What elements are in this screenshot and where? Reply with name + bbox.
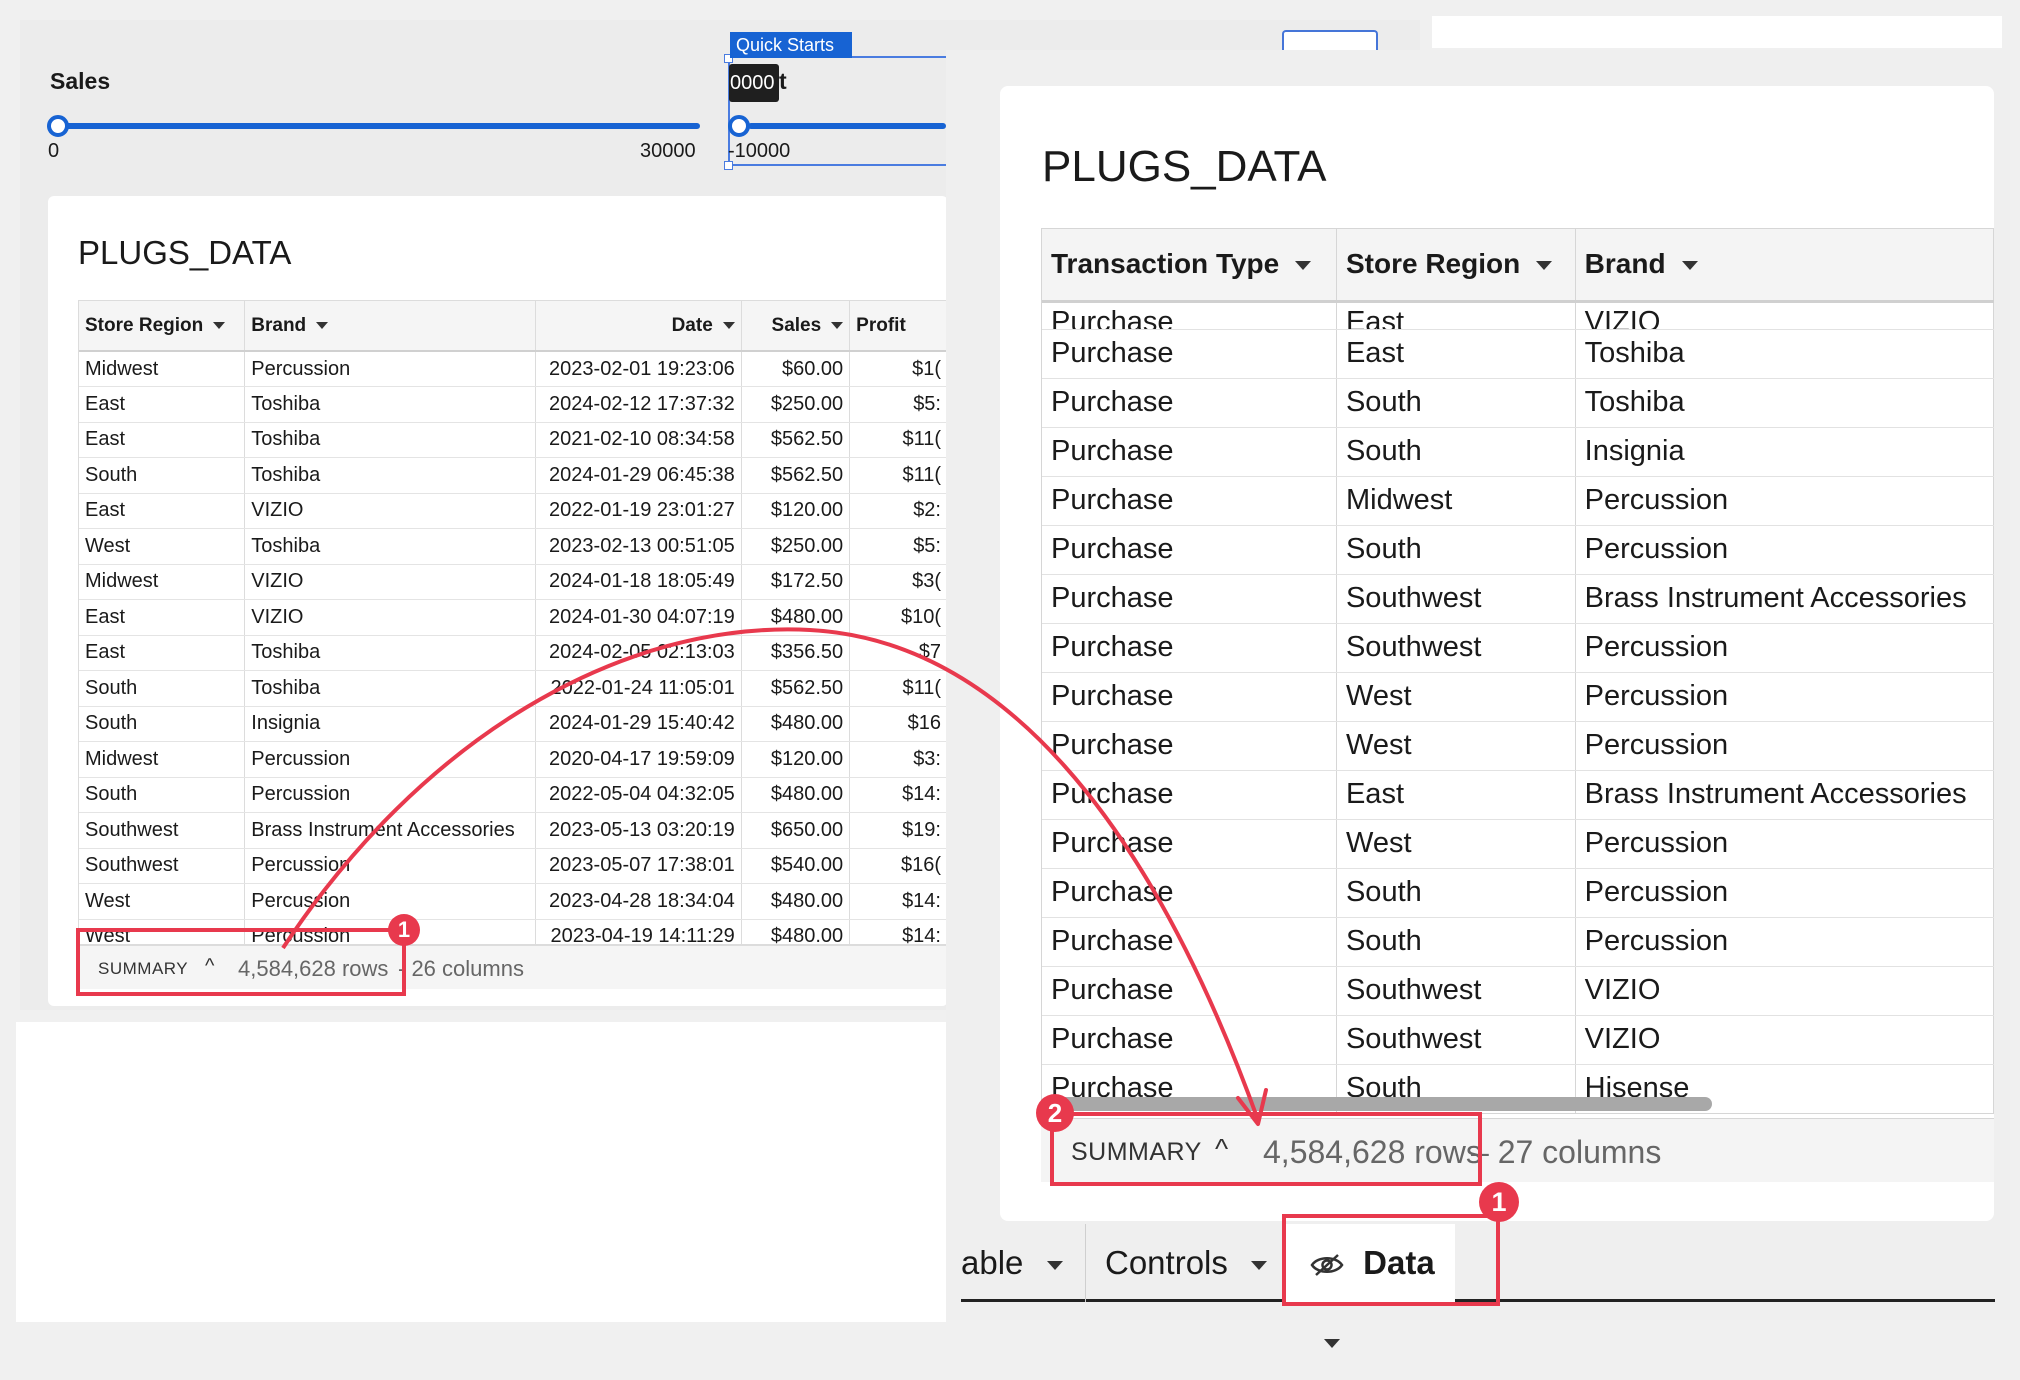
chevron-down-icon[interactable] — [1324, 1338, 1340, 1348]
annotation-arrow — [281, 627, 1268, 1126]
